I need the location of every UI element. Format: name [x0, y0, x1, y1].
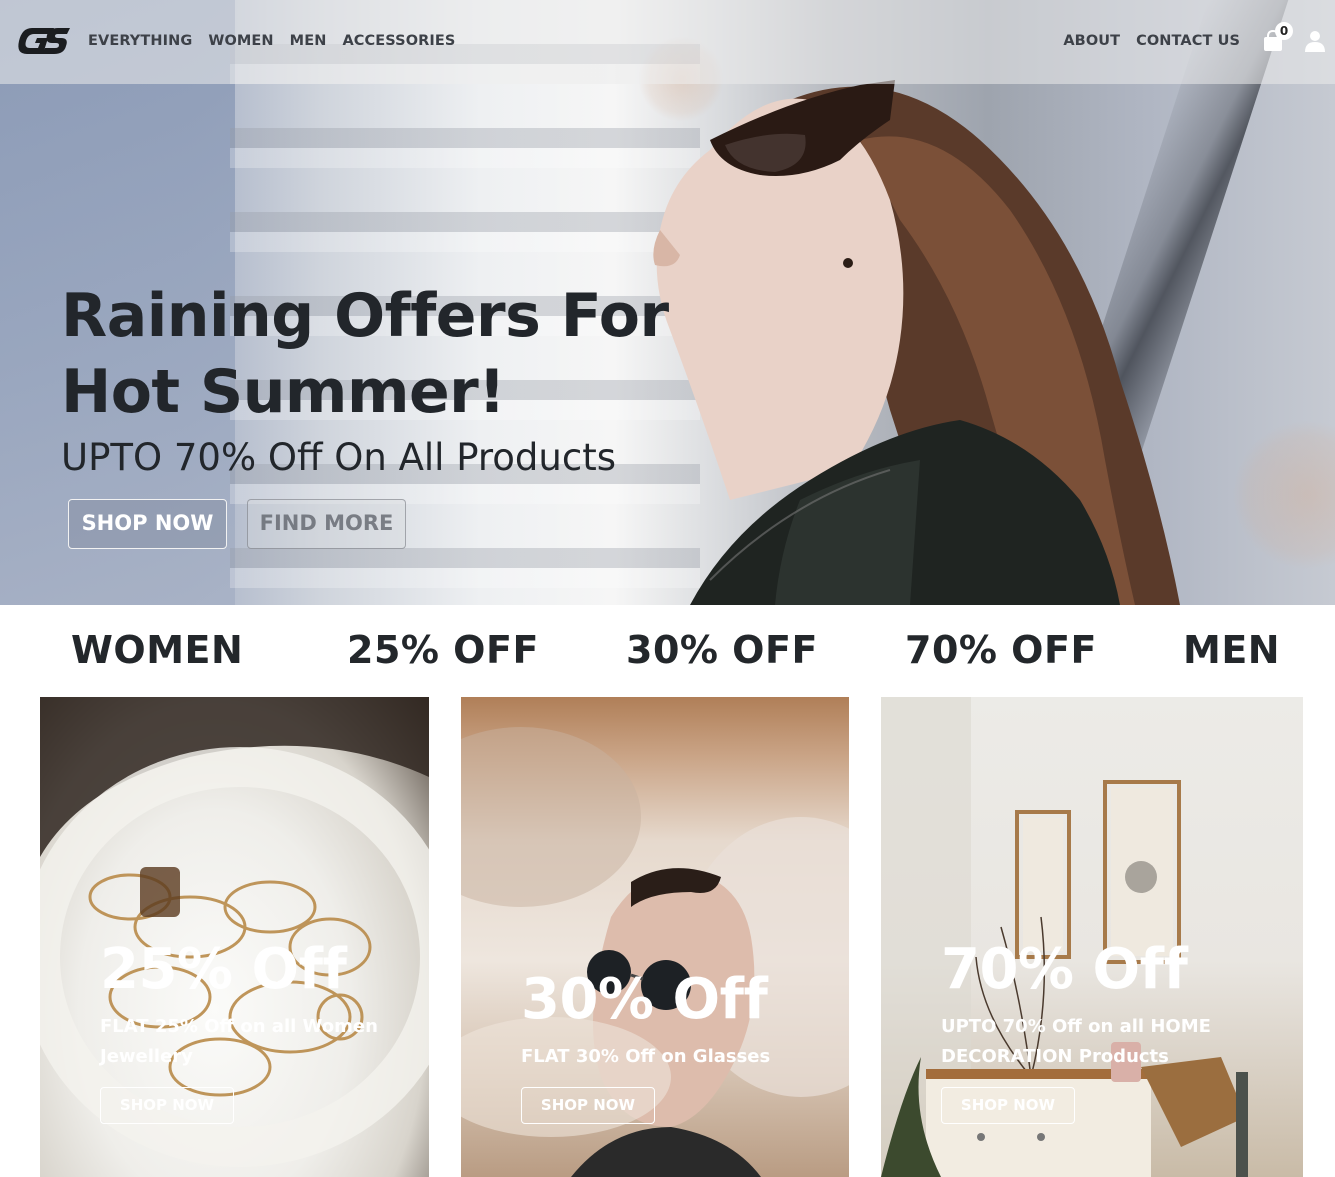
card-title: 70% Off: [941, 937, 1188, 1002]
card-shop-now-button[interactable]: SHOP NOW: [521, 1087, 655, 1124]
card-shop-now-button[interactable]: SHOP NOW: [941, 1087, 1075, 1124]
card-shop-now-button[interactable]: SHOP NOW: [100, 1087, 234, 1124]
promo-card-jewellery: 25% Off FLAT 25% Off on all Women Jewell…: [40, 697, 429, 1177]
card-description: FLAT 25% Off on all Women Jewellery: [100, 1016, 378, 1067]
category-30-off[interactable]: 30% OFF: [626, 628, 818, 672]
cart-count-badge: 0: [1275, 22, 1293, 40]
hero-banner: Raining Offers For Hot Summer! UPTO 70% …: [0, 0, 1335, 605]
user-icon[interactable]: [1304, 30, 1326, 52]
card-description: UPTO 70% Off on all HOME DECORATION Prod…: [941, 1016, 1211, 1067]
nav-accessories[interactable]: ACCESSORIES: [342, 33, 455, 49]
card-title: 25% Off: [100, 937, 347, 1002]
category-strip: WOMEN 25% OFF 30% OFF 70% OFF MEN: [0, 628, 1335, 682]
promo-card-home-decor: 70% Off UPTO 70% Off on all HOME DECORAT…: [881, 697, 1303, 1177]
nav-men[interactable]: MEN: [290, 33, 327, 49]
promo-card-glasses: 30% Off FLAT 30% Off on Glasses SHOP NOW: [461, 697, 849, 1177]
lens-flare: [1232, 420, 1335, 570]
primary-nav: EVERYTHING WOMEN MEN ACCESSORIES: [88, 33, 471, 49]
card-title: 30% Off: [521, 967, 768, 1032]
category-men[interactable]: MEN: [1183, 628, 1280, 672]
secondary-nav: ABOUT CONTACT US: [1047, 33, 1240, 49]
nav-contact-us[interactable]: CONTACT US: [1136, 33, 1240, 49]
top-navbar: GS EVERYTHING WOMEN MEN ACCESSORIES ABOU…: [0, 0, 1335, 84]
category-25-off[interactable]: 25% OFF: [347, 628, 539, 672]
hero-shop-now-button[interactable]: SHOP NOW: [68, 499, 227, 549]
category-70-off[interactable]: 70% OFF: [905, 628, 1097, 672]
category-women[interactable]: WOMEN: [71, 628, 243, 672]
nav-about[interactable]: ABOUT: [1063, 33, 1120, 49]
brand-logo[interactable]: GS: [14, 24, 70, 58]
hero-subtitle: UPTO 70% Off On All Products: [61, 436, 616, 479]
nav-women[interactable]: WOMEN: [208, 33, 273, 49]
nav-everything[interactable]: EVERYTHING: [88, 33, 192, 49]
hero-title: Raining Offers For Hot Summer!: [61, 281, 669, 427]
glasses-model-image: [461, 727, 849, 1177]
card-description: FLAT 30% Off on Glasses: [521, 1046, 771, 1067]
hero-find-more-button[interactable]: FIND MORE: [247, 499, 406, 549]
